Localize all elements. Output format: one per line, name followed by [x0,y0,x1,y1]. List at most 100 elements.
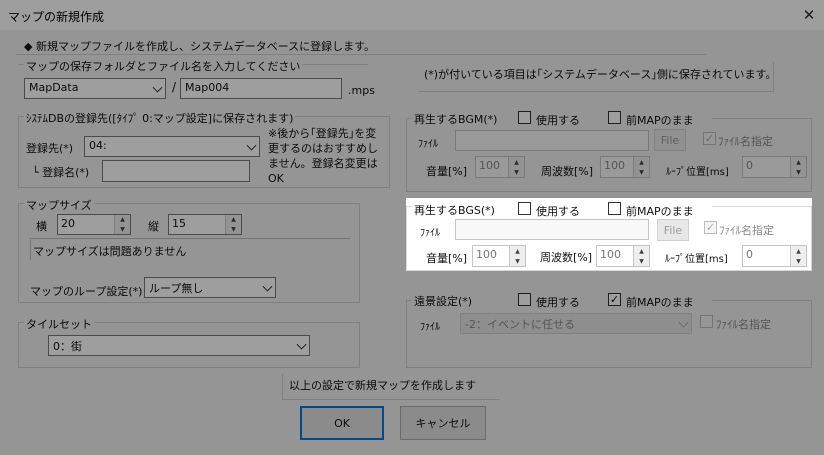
bgs-file-field[interactable] [455,219,649,240]
bgm-file-label: ﾌｧｲﾙ [418,139,438,150]
bgs-loop-value: 0 [746,248,753,261]
sysdb-group-label: ｼｽﾃﾑDBの登録先([ﾀｲﾌﾟ 0:マップ設定]に保存されます) [24,110,296,126]
file-extension: .mps [348,84,375,97]
folder-select[interactable]: MapData [24,78,166,99]
loop-label: マップのループ設定(*) [30,285,143,298]
save-group-label: マップの保存フォルダとファイル名を入力してください [24,58,303,74]
bgm-use-label: 使用する [536,114,580,127]
bgs-file-label: ﾌｧｲﾙ [420,228,440,239]
info-text: ◆ 新規マップファイルを作成し、システムデータベースに登録します。 [24,40,375,53]
width-spinner[interactable]: 20 ▲ ▼ [57,214,131,235]
bgs-file-button[interactable]: File [657,219,689,241]
scenery-prev-label: 前MAPのまま [626,296,694,309]
filename-field[interactable]: Map004 [180,78,342,99]
scenery-file-value: -2：イベントに任せる [465,318,575,331]
reg-name-field[interactable] [102,160,250,182]
loop-select[interactable]: ループ無し [144,277,276,298]
bgm-title: 再生するBGM(*) [414,113,498,126]
bgs-use-checkbox[interactable] [518,202,531,215]
bgm-use-checkbox[interactable] [518,111,531,124]
spin-down-icon[interactable]: ▼ [790,167,806,177]
bgm-header: 再生するBGM(*) 使用する 前MAPのまま [412,110,712,127]
bgs-loop-label: ﾙｰﾌﾟ位置[ms] [665,254,728,265]
bgs-prev-checkbox[interactable] [608,202,621,215]
create-note-box: 以上の設定で新規マップを作成します [282,374,500,400]
spin-down-icon[interactable]: ▼ [633,256,649,266]
dest-select[interactable]: 04: [84,136,260,157]
chevron-down-icon [678,317,689,328]
height-spinner[interactable]: 15 ▲ ▼ [168,214,242,235]
loop-value: ループ無し [149,282,204,295]
cancel-button[interactable]: キャンセル [400,406,486,440]
spin-down-icon[interactable]: ▼ [225,224,241,234]
ok-button-label: OK [334,416,350,430]
chevron-down-icon [152,82,163,93]
close-button[interactable]: ✕ [796,4,822,26]
scenery-namespec-label: ﾌｧｲﾙ名指定 [716,318,771,331]
scenery-file-label: ﾌｧｲﾙ [420,322,440,333]
bgs-vol-spinner[interactable]: 100 ▲ ▼ [472,245,526,267]
bgm-vol-spinner[interactable]: 100 ▲ ▼ [475,156,525,178]
bgs-vol-value: 100 [476,248,497,261]
width-label: 横 [36,220,47,233]
bgs-title: 再生するBGS(*) [414,204,495,217]
scenery-use-label: 使用する [536,296,580,309]
bgm-file-button[interactable]: File [654,129,686,151]
bgs-freq-value: 100 [600,248,621,261]
bgs-prev-label: 前MAPのまま [626,205,694,218]
chevron-down-icon [296,339,307,350]
info-box: ◆ 新規マップファイルを作成し、システムデータベースに登録します。 [16,35,706,55]
tileset-group-label: タイルセット [24,316,94,332]
create-note: 以上の設定で新規マップを作成します [289,379,476,392]
tileset-value: 0：街 [53,340,82,353]
bgm-file-button-label: File [660,133,680,147]
close-icon: ✕ [802,6,816,24]
bgs-group-highlight: 再生するBGS(*) 使用する 前MAPのまま ﾌｧｲﾙ File ✓ ﾌｧｲﾙ… [406,198,812,271]
bgm-prev-checkbox[interactable] [608,111,621,124]
bgm-vol-value: 100 [479,159,500,172]
scenery-file-select[interactable]: -2：イベントに任せる [460,313,692,334]
bgm-namespec-label: ﾌｧｲﾙ名指定 [718,135,773,148]
bgs-use-label: 使用する [536,205,580,218]
title-bar: マップの新規作成 ✕ [0,0,824,30]
scenery-namespec-checkbox[interactable] [700,315,713,328]
note-text: (*)が付いている項目は｢システムデータベース｣側に保存されています。 [424,68,777,81]
bgm-loop-spinner[interactable]: 0 ▲ ▼ [742,156,807,178]
spin-down-icon[interactable]: ▼ [508,167,524,177]
height-value: 15 [172,217,186,230]
bgm-file-field[interactable] [455,130,649,151]
bgs-namespec-label: ﾌｧｲﾙ名指定 [719,224,774,237]
name-label: └ 登録名(*) [32,166,90,179]
scenery-prev-checkbox[interactable]: ✓ [608,293,621,306]
bgs-loop-spinner[interactable]: 0 ▲ ▼ [742,245,807,267]
tileset-select[interactable]: 0：街 [48,335,310,356]
spin-down-icon[interactable]: ▼ [114,224,130,234]
width-value: 20 [61,217,75,230]
note-box: (*)が付いている項目は｢システムデータベース｣側に保存されています。 [418,62,777,92]
chevron-down-icon [262,281,273,292]
scenery-title: 遠景設定(*) [414,295,473,308]
scenery-use-checkbox[interactable] [518,293,531,306]
spin-down-icon[interactable]: ▼ [633,167,649,177]
dest-label: 登録先(*) [26,142,74,155]
bgs-vol-label: 音量[%] [426,252,468,265]
spin-down-icon[interactable]: ▼ [509,256,525,266]
bgm-freq-spinner[interactable]: 100 ▲ ▼ [600,156,650,178]
bgm-freq-value: 100 [604,159,625,172]
path-separator: / [172,80,177,94]
check-icon: ✓ [609,293,620,306]
ok-button[interactable]: OK [300,406,384,440]
bgm-namespec-checkbox[interactable]: ✓ [703,132,716,145]
folder-value: MapData [29,81,79,94]
bgm-freq-label: 周波数[%] [541,165,594,178]
bgs-file-button-label: File [663,223,683,237]
mapsize-message-box: マップサイズは問題ありません [30,238,350,260]
spin-down-icon[interactable]: ▼ [790,256,806,266]
scenery-header: 遠景設定(*) 使用する ✓ 前MAPのまま [412,292,712,309]
check-icon: ✓ [704,132,715,145]
sysdb-warning: ※後から｢登録先｣を変更するのはおすすめしません。登録名変更はOK [268,127,378,185]
bgm-loop-value: 0 [746,159,753,172]
bgm-prev-label: 前MAPのまま [626,114,694,127]
bgs-freq-spinner[interactable]: 100 ▲ ▼ [596,245,650,267]
bgs-namespec-checkbox[interactable]: ✓ [704,221,717,234]
